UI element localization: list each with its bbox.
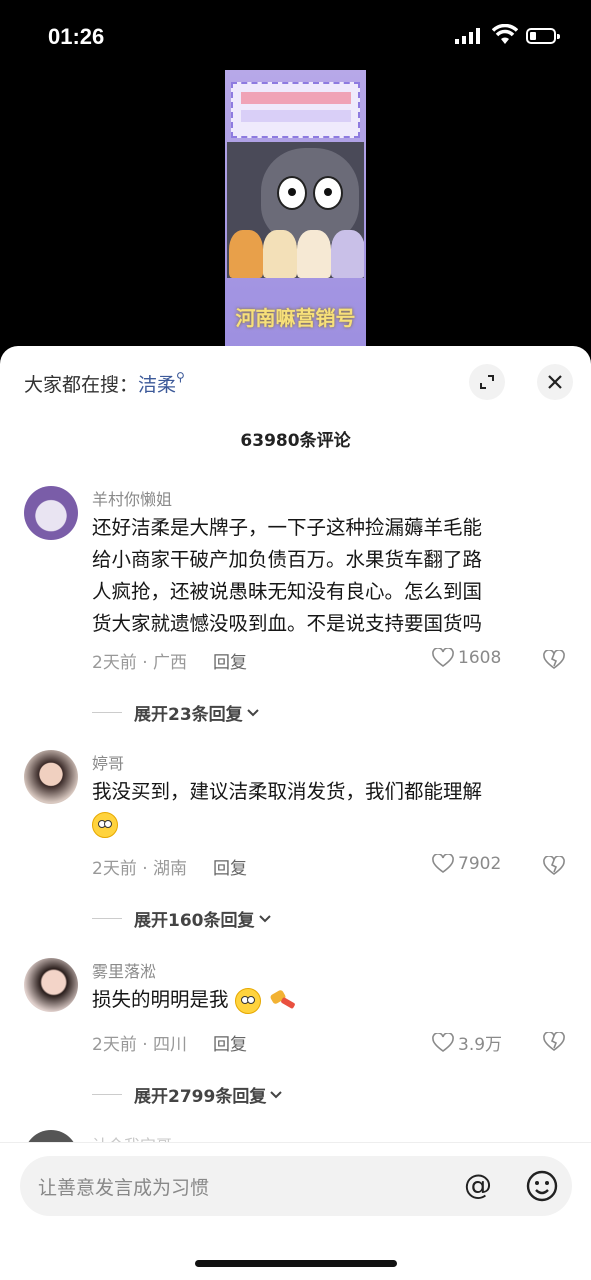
dislike-heart-icon[interactable]	[543, 1032, 565, 1052]
like-count: 3.9万	[458, 1035, 503, 1055]
expand-replies-button[interactable]: 展开2799条回复	[92, 1082, 284, 1107]
close-icon	[548, 375, 562, 389]
heart-icon	[432, 648, 454, 667]
avatar[interactable]	[24, 486, 78, 540]
like-button[interactable]: 3.9万	[432, 1030, 502, 1055]
video-player[interactable]: 河南嘛营销号	[225, 70, 366, 350]
comment-username[interactable]: 羊村你懒姐	[92, 486, 172, 510]
comment-input[interactable]: 让善意发言成为习惯 @	[20, 1156, 572, 1216]
like-count: 1608	[458, 648, 502, 668]
comment-line: 损失的明明是我	[92, 988, 229, 1011]
heart-icon	[432, 854, 454, 873]
status-bar: 01:26	[0, 0, 591, 70]
comment-line: 我没买到，建议洁柔取消发货，我们都能理解	[92, 780, 483, 803]
cellular-signal-icon	[455, 28, 480, 44]
like-button[interactable]: 7902	[432, 854, 501, 874]
like-button[interactable]: 1608	[432, 648, 501, 668]
trending-search[interactable]: 大家都在搜：洁柔⚲	[24, 370, 185, 397]
expand-icon	[480, 375, 494, 389]
expand-replies-label: 展开160条回复	[134, 911, 255, 931]
smile-emoji-icon	[234, 987, 261, 1014]
like-count: 7902	[458, 854, 502, 874]
close-button[interactable]	[537, 364, 573, 400]
hammer-emoji-icon	[270, 989, 295, 1008]
comment-meta: 2天前 · 湖南 回复	[92, 854, 247, 879]
expand-replies-button[interactable]: 展开23条回复	[92, 700, 261, 725]
divider	[0, 1142, 591, 1143]
video-title: 河南嘛营销号	[235, 306, 356, 330]
video-frame	[227, 142, 364, 278]
comment-text: 损失的明明是我	[92, 984, 562, 1016]
comment-username[interactable]: 婷哥	[92, 750, 124, 774]
avatar[interactable]	[24, 1130, 78, 1142]
comment-username[interactable]: 雾里落淞	[92, 958, 156, 982]
comment-count: 63980条评论	[240, 431, 351, 451]
avatar[interactable]	[24, 958, 78, 1012]
wifi-icon	[492, 24, 518, 44]
comment-input-placeholder: 让善意发言成为习惯	[38, 1177, 210, 1199]
chevron-down-icon	[270, 1090, 283, 1098]
comment-item-partial: 计今我它哥	[0, 1130, 591, 1142]
chevron-down-icon	[258, 914, 271, 922]
comment-text: 我没买到，建议洁柔取消发货，我们都能理解	[92, 776, 562, 840]
comment-time-location: 2天前 · 广西	[92, 653, 188, 673]
expand-replies-label: 展开2799条回复	[134, 1087, 267, 1107]
reply-button[interactable]: 回复	[213, 859, 247, 879]
search-icon: ⚲	[176, 370, 185, 384]
comment-line: 给小商家干破产加负债百万。水果货车翻了路	[92, 548, 483, 571]
comment-meta: 2天前 · 四川 回复	[92, 1030, 247, 1055]
status-time: 01:26	[48, 24, 105, 49]
heart-icon	[432, 1032, 454, 1052]
comment-username[interactable]: 计今我它哥	[92, 1132, 172, 1142]
reply-button[interactable]: 回复	[213, 653, 247, 673]
battery-icon	[526, 28, 560, 44]
comment-line: 人疯抢，还被说愚昧无知没有良心。怎么到国	[92, 580, 483, 603]
expand-button[interactable]	[469, 364, 505, 400]
home-indicator[interactable]	[195, 1260, 397, 1267]
search-keyword[interactable]: 洁柔	[138, 374, 176, 396]
expand-replies-button[interactable]: 展开160条回复	[92, 906, 273, 931]
mention-icon[interactable]: @	[464, 1168, 492, 1201]
comment-time-location: 2天前 · 四川	[92, 1035, 188, 1055]
search-prefix: 大家都在搜：	[24, 374, 139, 396]
comment-text: 还好洁柔是大牌子，一下子这种捡漏薅羊毛能 给小商家干破产加负债百万。水果货车翻了…	[92, 512, 562, 640]
comment-sheet: 大家都在搜：洁柔⚲ 63980条评论 羊村你懒姐 还好洁柔是大牌子，一下子这种捡…	[0, 346, 591, 1280]
comment-meta: 2天前 · 广西 回复	[92, 648, 247, 673]
expand-replies-label: 展开23条回复	[134, 705, 243, 725]
reply-button[interactable]: 回复	[213, 1035, 247, 1055]
emoji-face-icon[interactable]	[526, 1170, 558, 1202]
comment-time-location: 2天前 · 湖南	[92, 859, 188, 879]
comment-line: 还好洁柔是大牌子，一下子这种捡漏薅羊毛能	[92, 516, 483, 539]
chevron-down-icon	[246, 708, 259, 716]
dislike-heart-icon[interactable]	[543, 650, 565, 670]
video-header-card	[231, 82, 360, 138]
avatar[interactable]	[24, 750, 78, 804]
comment-line: 货大家就遗憾没吸到血。不是说支持要国货吗	[92, 612, 483, 635]
dislike-heart-icon[interactable]	[543, 856, 565, 876]
smile-emoji-icon	[92, 811, 118, 838]
